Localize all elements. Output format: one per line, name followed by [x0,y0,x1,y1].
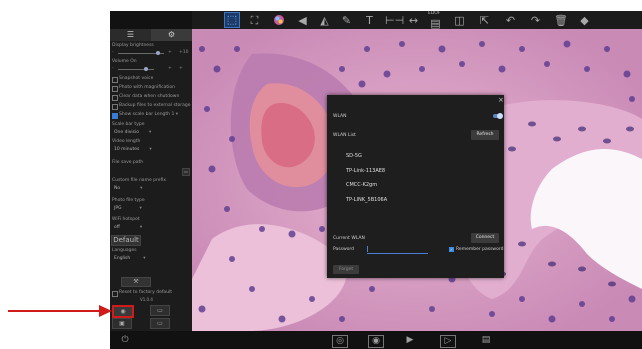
info-button[interactable]: ▭ [150,318,170,329]
redo-icon[interactable]: ↷ [529,14,542,27]
snapshot-voice-checkbox[interactable] [112,77,118,83]
delete-icon[interactable]: 🗑 [554,14,568,27]
current-wlan-label: Current WLAN [333,236,365,241]
volume-max-icon[interactable]: + [179,66,183,71]
record-video-icon[interactable]: ▶ [403,335,417,346]
close-icon[interactable]: × [498,97,504,104]
volume-plus-icon[interactable]: + [168,66,172,71]
languages-label: Languages [112,248,137,253]
scale-bar-type-select[interactable]: One divisio ▾ [114,130,151,136]
backup-files-checkbox[interactable] [112,104,118,110]
volume-slider[interactable] [118,67,154,71]
text-icon[interactable]: T [363,14,376,27]
storage-button[interactable]: ▣ [112,318,132,329]
capture-icon[interactable]: ◉ [368,335,384,348]
hruler-icon[interactable]: ⊢⊣ [385,14,404,27]
clear-data-checkbox[interactable] [112,95,118,101]
select-icon[interactable]: ⬚ [224,12,240,28]
wlan-network-item[interactable]: CMCC-K2gm [346,182,377,188]
volume-knob[interactable] [144,67,148,71]
settings-tab-sliders[interactable]: ☰ [110,29,151,41]
scale-bar-type-label: Scale bar type [112,122,145,127]
default-button[interactable]: Default [111,235,141,246]
eraser-icon[interactable]: ◆ [578,14,591,27]
version-label: V1.0.4 [140,297,153,302]
crop-icon[interactable]: ⛶ [248,14,261,27]
brightness-plus-icon[interactable]: + [168,50,172,55]
gallery-icon[interactable]: ▤ [479,335,493,346]
edof-label: EDOF [428,11,441,16]
custom-prefix-select[interactable]: No ▾ [114,186,142,192]
undo-icon[interactable]: ↶ [504,14,517,27]
split-icon[interactable]: ◫ [453,14,466,27]
show-scale-bar-label: Show scale bar Length 1 ▾ [119,112,179,117]
wlan-list-label: WLAN List [333,133,356,138]
file-save-path-label: File save path [112,160,144,165]
wlan-toggle-knob [497,113,503,119]
remember-password-label: Remember password [456,247,504,252]
pointer-icon[interactable]: ⇱ [478,14,491,27]
connect-button[interactable]: Connect [471,233,499,243]
custom-prefix-label: Custom file name prefix [112,178,167,183]
password-caret [367,246,368,252]
monitor-button[interactable]: ▭ [150,305,170,316]
video-length-select[interactable]: 10 minutes ▾ [114,147,152,153]
volume-label: Volume On [112,59,137,64]
bottom-bar: ⏻ ◎ ◉ ▶ ▷ ▤ [110,331,642,349]
show-scale-bar-checkbox[interactable] [112,113,118,119]
wifi-hotspot-select[interactable]: off ▾ [114,225,142,231]
photo-file-type-select[interactable]: JPG ▾ [114,206,142,212]
wlan-dialog: × WLAN WLAN List Refresh SD-5G TP-Link-1… [327,95,504,278]
brightness-knob[interactable] [156,51,160,55]
refresh-button[interactable]: Refresh [471,130,499,140]
color-icon[interactable] [272,14,285,27]
volume-minus-icon[interactable]: - [112,66,114,71]
password-input[interactable] [367,247,428,254]
wlan-network-item[interactable]: TP-Link-113AE8 [346,168,385,174]
power-icon[interactable]: ⏻ [118,335,132,346]
folder-icon[interactable]: ▭ [182,168,190,176]
languages-select[interactable]: English ▾ [114,256,146,262]
hruler2-icon[interactable]: ↔ [407,14,420,27]
annotation-arrow [8,305,112,317]
photo-magnification-label: Photo with magnification [119,85,176,90]
password-label: Password [333,247,355,252]
reset-icon-button[interactable]: ⚒ [121,277,151,287]
reset-factory-checkbox[interactable] [112,291,118,297]
forget-button[interactable]: Forget [333,265,359,274]
cursor-icon[interactable]: ◀ [296,14,309,27]
video-length-label: Video length [112,139,141,144]
brightness-minus-icon[interactable]: - [112,50,114,55]
pen-icon[interactable]: ✎ [340,14,353,27]
backup-files-label: Backup files to external storage [119,103,191,108]
photo-file-type-label: Photo file type [112,198,145,203]
snapshot-voice-label: Snapshot voice [119,76,154,81]
remember-password-checkbox[interactable]: ✓ [449,247,454,252]
wlan-network-item[interactable]: TP-LINK_5B106A [346,197,387,203]
reset-factory-label: Reset to factory default [119,290,173,295]
settings-tab-tools[interactable]: ⚙ [151,29,192,41]
display-brightness-label: Display brightness [112,43,154,48]
brightness-max-icon[interactable]: +10 [179,50,189,55]
brightness-slider[interactable] [118,51,164,55]
wlan-toggle[interactable] [493,113,503,119]
clear-data-label: Clear data when shutdown [119,94,180,99]
wlan-network-item[interactable]: SD-5G [346,153,362,159]
wifi-hotspot-label: WiFi hotspot [112,217,140,222]
measure-icon[interactable]: ◭ [318,14,331,27]
photo-magnification-checkbox[interactable] [112,86,118,92]
video-icon[interactable]: ▷ [440,335,456,348]
app-window: ⬚ ⛶ ◀ ◭ ✎ T ⊢⊣ ↔ ▤ EDOF ◫ ⇱ ↶ ↷ 🗑 ◆ ☰ ⚙ … [110,11,642,349]
camera-icon[interactable]: ◎ [332,335,348,348]
settings-panel: ☰ ⚙ Display brightness - + +10 Volume On… [110,29,192,349]
wlan-label: WLAN [333,114,347,119]
wifi-settings-button[interactable]: ◉ [112,305,134,318]
top-toolbar: ⬚ ⛶ ◀ ◭ ✎ T ⊢⊣ ↔ ▤ EDOF ◫ ⇱ ↶ ↷ 🗑 ◆ [192,11,642,30]
